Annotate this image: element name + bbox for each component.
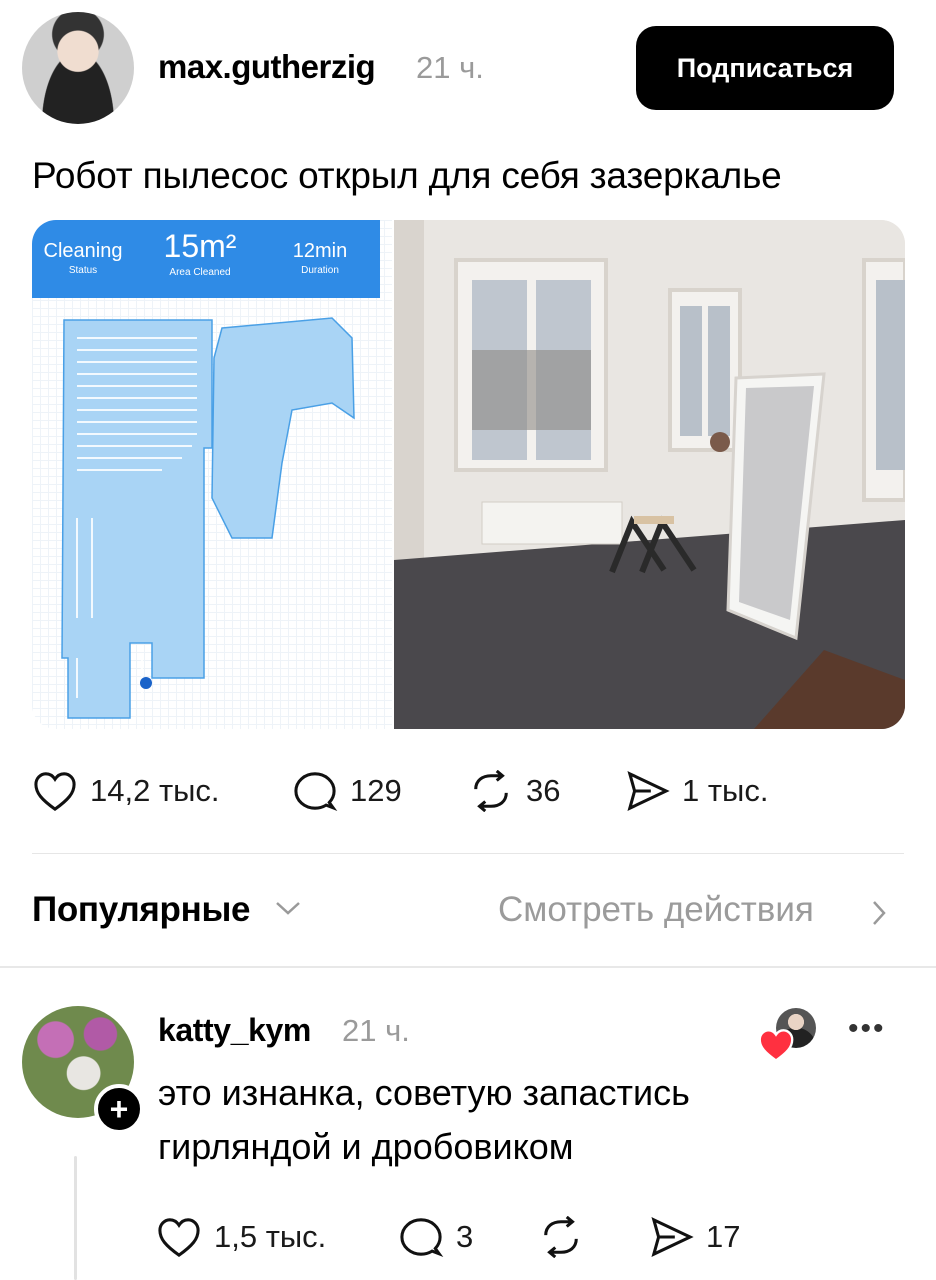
comment-author-username[interactable]: katty_kym xyxy=(158,1012,311,1049)
stat-duration: 12min Duration xyxy=(292,240,348,276)
app-stats-header: Cleaning Status 15m² Area Cleaned 12min … xyxy=(32,220,380,298)
comment-icon xyxy=(400,1218,444,1258)
comment-action[interactable]: 129 xyxy=(292,770,402,812)
follow-plus-badge[interactable]: + xyxy=(94,1084,144,1134)
comment-share-action[interactable]: 17 xyxy=(648,1216,740,1258)
heart-icon xyxy=(158,1218,200,1258)
thread-line xyxy=(74,1156,77,1280)
share-icon xyxy=(651,1217,694,1257)
comment-repost-action[interactable] xyxy=(538,1216,596,1258)
robot-vacuum-app-screenshot: Cleaning Status 15m² Area Cleaned 12min … xyxy=(32,220,392,729)
post-text: Робот пылесос открыл для себя зазеркалье xyxy=(32,155,782,196)
room-illustration xyxy=(394,220,905,729)
stat-area: 15m² Area Cleaned xyxy=(163,228,237,278)
cleaning-map xyxy=(61,317,355,719)
heart-icon xyxy=(34,772,76,812)
comment-text-line-1: это изнанка, советую запастись xyxy=(158,1072,690,1113)
chevron-down-icon[interactable] xyxy=(274,898,302,918)
view-activity-link[interactable]: Смотреть действия xyxy=(498,890,814,930)
like-action[interactable]: 14,2 тыс. xyxy=(32,770,220,812)
comment-timestamp: 21 ч. xyxy=(342,1013,410,1048)
post-author-username[interactable]: max.gutherzig xyxy=(158,48,376,86)
post-author-avatar[interactable] xyxy=(22,12,134,124)
liked-heart-icon xyxy=(758,1029,794,1062)
repost-action[interactable]: 36 xyxy=(468,770,560,812)
like-count: 14,2 тыс. xyxy=(90,773,220,808)
comment-share-count: 17 xyxy=(706,1219,741,1254)
follow-button[interactable]: Подписаться xyxy=(636,26,894,110)
more-options-button[interactable]: ••• xyxy=(848,1012,886,1046)
share-count: 1 тыс. xyxy=(682,773,769,808)
comment-count: 129 xyxy=(350,773,402,808)
comment-reply-action[interactable]: 3 xyxy=(398,1216,473,1258)
comment-like-count: 1,5 тыс. xyxy=(214,1219,327,1254)
divider xyxy=(32,853,904,854)
room-photo xyxy=(394,220,905,729)
sort-dropdown[interactable]: Популярные xyxy=(32,890,251,930)
chevron-right-icon[interactable] xyxy=(870,899,888,927)
repost-icon xyxy=(474,770,508,812)
post-media[interactable]: Cleaning Status 15m² Area Cleaned 12min … xyxy=(32,220,905,729)
section-divider xyxy=(0,966,936,968)
comment-like-action[interactable]: 1,5 тыс. xyxy=(156,1216,326,1258)
post-timestamp: 21 ч. xyxy=(416,50,484,85)
repost-icon xyxy=(544,1216,578,1258)
comment-icon xyxy=(294,772,338,812)
share-icon xyxy=(627,771,670,811)
repost-count: 36 xyxy=(526,773,561,808)
share-action[interactable]: 1 тыс. xyxy=(624,770,768,812)
comment-reply-count: 3 xyxy=(456,1219,474,1254)
comment-text-line-2: гирляндой и дробовиком xyxy=(158,1126,574,1167)
stat-status: Cleaning Status xyxy=(43,240,123,276)
